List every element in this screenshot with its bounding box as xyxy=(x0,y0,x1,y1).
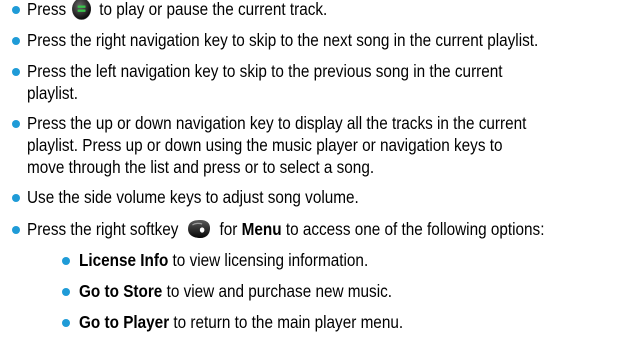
item-text-line: move through the list and press or to se… xyxy=(27,157,375,177)
sub-list-item: License Info to view licensing informati… xyxy=(79,249,368,271)
item-text-after: to access one of the following options: xyxy=(285,219,545,239)
item-text-line: playlist. xyxy=(27,83,79,103)
list-item: Press to play or pause the current track… xyxy=(27,0,327,20)
item-text-line: Press the up or down navigation key to d… xyxy=(27,113,527,133)
option-text: to view licensing information. xyxy=(172,250,369,270)
bullet xyxy=(12,68,20,76)
option-name: Go to Store xyxy=(79,281,163,301)
item-text: Use the side volume keys to adjust song … xyxy=(27,187,359,207)
sub-list-item: Go to Store to view and purchase new mus… xyxy=(79,280,392,302)
list-item: Press the left navigation key to skip to… xyxy=(27,60,503,104)
bullet xyxy=(12,226,20,234)
menu-ok-key-icon xyxy=(72,0,92,20)
menu-label: Menu xyxy=(241,219,282,239)
item-text-before: Press xyxy=(27,0,67,19)
right-softkey-icon xyxy=(187,220,210,238)
sub-bullet xyxy=(62,288,70,296)
sub-list-item: Go to Player to return to the main playe… xyxy=(79,311,403,333)
option-name: License Info xyxy=(79,250,169,270)
bullet xyxy=(12,194,20,202)
sub-bullet xyxy=(62,257,70,265)
list-item: Use the side volume keys to adjust song … xyxy=(27,186,359,208)
bullet xyxy=(12,6,20,14)
option-text: to return to the main player menu. xyxy=(173,312,404,332)
item-text-before: Press the right softkey xyxy=(27,219,179,239)
list-item: Press the right softkey for Menu to acce… xyxy=(27,218,544,240)
item-text-mid: for xyxy=(219,219,238,239)
item-text-line: Press the left navigation key to skip to… xyxy=(27,61,503,81)
sub-bullet xyxy=(62,319,70,327)
bullet xyxy=(12,37,20,45)
bullet xyxy=(12,120,20,128)
item-text: Press the right navigation key to skip t… xyxy=(27,30,539,50)
list-item: Press the up or down navigation key to d… xyxy=(27,112,526,178)
option-name: Go to Player xyxy=(79,312,170,332)
item-text-line: playlist. Press up or down using the mus… xyxy=(27,135,503,155)
item-text-after: to play or pause the current track. xyxy=(99,0,328,19)
list-item: Press the right navigation key to skip t… xyxy=(27,29,538,51)
option-text: to view and purchase new music. xyxy=(166,281,393,301)
